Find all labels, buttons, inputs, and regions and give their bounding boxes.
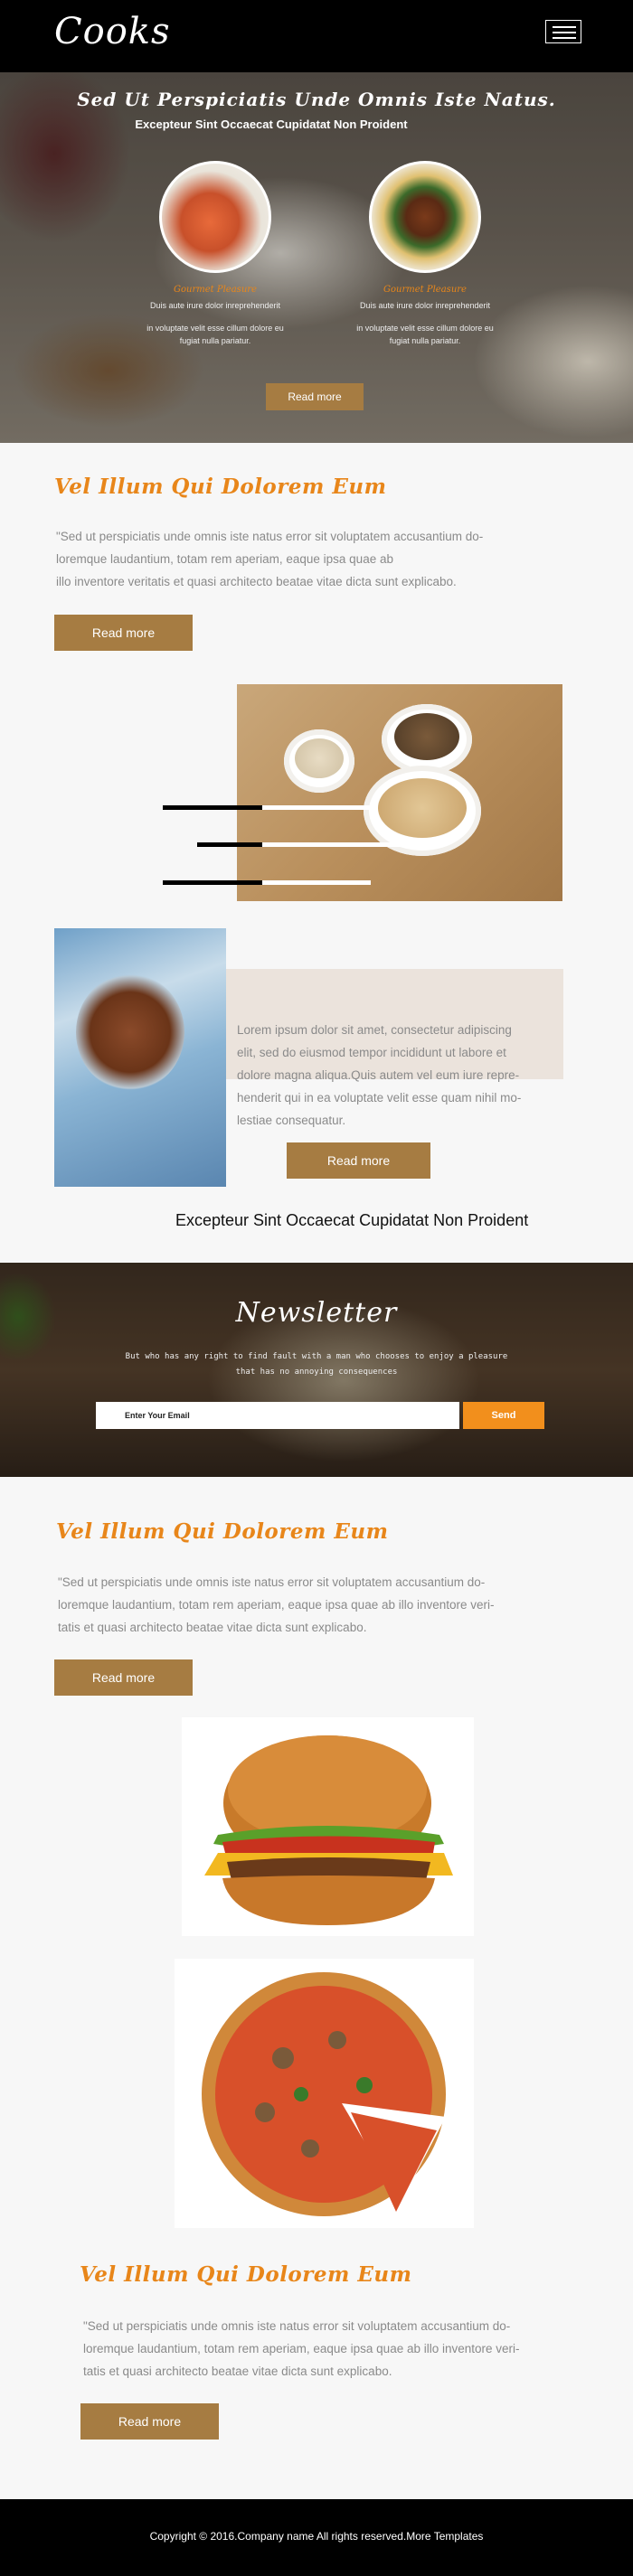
section2-read-more-button[interactable]: Read more [54,1659,193,1696]
promo-read-more-button[interactable]: Read more [287,1142,430,1179]
feature-text: in voluptate velit esse cillum dolore eu [146,324,284,333]
nuts-bowls-image [237,684,562,901]
pizza-image [175,1959,474,2228]
feature-text: in voluptate velit esse cillum dolore eu [356,324,494,333]
burger-image [182,1717,474,1936]
newsletter-section: Newsletter But who has any right to find… [0,1263,633,1477]
site-logo[interactable]: Cooks [54,11,171,52]
decorative-line [163,880,262,885]
copyright-text: Copyright © 2016.Company name All rights… [149,2530,484,2543]
hero-subtitle: Excepteur Sint Occaecat Cupidatat Non Pr… [135,118,408,131]
decorative-line [197,842,262,847]
feature-text: Duis aute irure dolor inreprehenderit [359,301,491,310]
newsletter-title: Newsletter [235,1297,398,1329]
dish-image-meat [369,161,481,273]
section-paragraph: "Sed ut perspiciatis unde omnis iste nat… [56,530,484,588]
site-footer: Copyright © 2016.Company name All rights… [0,2499,633,2576]
hero-read-more-button[interactable]: Read more [266,383,364,410]
decorative-line [262,805,371,810]
hero-title: Sed Ut Perspiciatis Unde Omnis Iste Natu… [77,89,556,110]
section-paragraph: "Sed ut perspiciatis unde omnis iste nat… [58,1575,495,1634]
dish-image-shrimp [159,161,271,273]
section-title: Vel Illum Qui Dolorem Eum [54,475,387,499]
send-button[interactable]: Send [463,1402,544,1429]
promo-paragraph: Lorem ipsum dolor sit amet, consectetur … [237,1023,522,1127]
page: Cooks Sed Ut Perspiciatis Unde Omnis Ist… [0,0,633,2576]
feature-text: fugiat nulla pariatur. [389,336,461,345]
section-paragraph: "Sed ut perspiciatis unde omnis iste nat… [83,2319,520,2378]
about-read-more-button[interactable]: Read more [54,615,193,651]
site-header: Cooks [0,0,633,72]
feature-text: fugiat nulla pariatur. [179,336,251,345]
decorative-line [262,880,371,885]
section-title: Vel Illum Qui Dolorem Eum [56,1519,389,1544]
feature-title: Gourmet Pleasure [383,285,467,295]
decorative-line [262,842,416,847]
hero-banner: Sed Ut Perspiciatis Unde Omnis Iste Natu… [0,72,633,443]
section3-read-more-button[interactable]: Read more [80,2403,219,2440]
promo-caption: Excepteur Sint Occaecat Cupidatat Non Pr… [175,1211,529,1229]
hamburger-menu-icon[interactable] [545,20,581,43]
email-input[interactable] [96,1402,459,1429]
feature-title: Gourmet Pleasure [174,285,257,295]
newsletter-description: But who has any right to find fault with… [125,1352,508,1377]
section-title: Vel Illum Qui Dolorem Eum [80,2262,412,2287]
decorative-line [163,805,262,810]
feature-text: Duis aute irure dolor inreprehenderit [149,301,281,310]
walnuts-jar-image [54,928,226,1187]
